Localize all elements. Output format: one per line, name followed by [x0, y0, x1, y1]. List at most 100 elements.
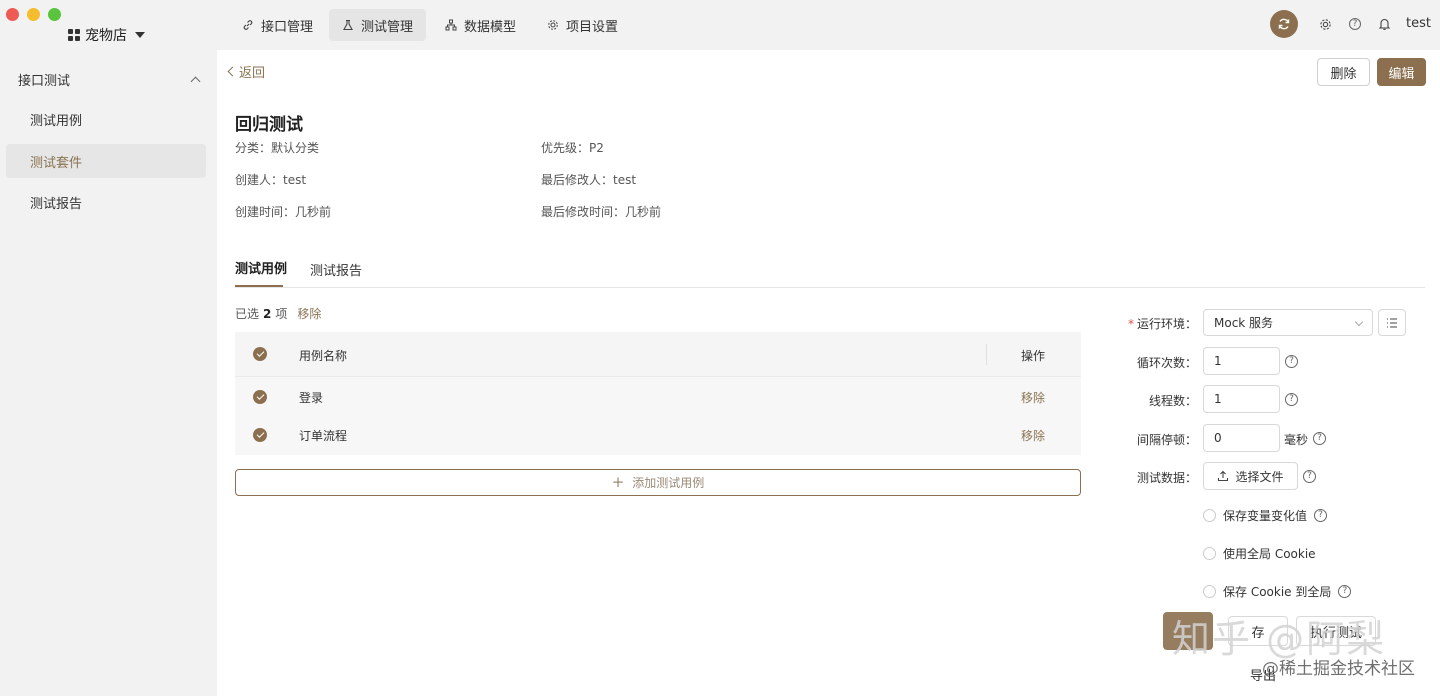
sidebar-item-label: 测试套件: [30, 155, 83, 171]
delete-button[interactable]: 删除: [1317, 58, 1370, 86]
tab-test-management[interactable]: 测试管理: [329, 9, 427, 41]
case-name: 登录: [299, 391, 324, 405]
column-divider: [986, 344, 987, 365]
page-title: 回归测试: [235, 115, 303, 135]
tab-label: 测试管理: [361, 19, 414, 35]
plus-icon: +: [611, 473, 625, 491]
test-data-label: 测试数据：: [1136, 471, 1197, 485]
edit-button[interactable]: 编辑: [1377, 58, 1426, 86]
case-name: 订单流程: [299, 429, 348, 443]
row-checkbox[interactable]: [253, 428, 267, 442]
tab-label: 项目设置: [566, 19, 619, 35]
sidebar-item-test-reports[interactable]: 测试报告: [6, 185, 206, 219]
interval-label: 间隔停顿：: [1136, 433, 1197, 447]
user-menu[interactable]: test: [1406, 16, 1431, 31]
minimize-window-button[interactable]: [27, 8, 40, 21]
bell-icon: [1378, 18, 1390, 30]
caret-down-icon: [135, 32, 145, 38]
use-global-cookie-option[interactable]: 使用全局 Cookie: [1203, 545, 1316, 562]
remove-row-link[interactable]: 移除: [1021, 427, 1045, 444]
interval-unit: 毫秒: [1284, 433, 1309, 447]
loop-label: 循环次数：: [1136, 356, 1197, 370]
help-icon: ?: [1314, 509, 1328, 522]
thread-count-input[interactable]: [1203, 385, 1280, 413]
window-controls: [6, 8, 61, 21]
store-switcher[interactable]: 宠物店: [68, 25, 145, 45]
store-name: 宠物店: [85, 28, 127, 44]
add-test-case-button[interactable]: + 添加测试用例: [235, 469, 1081, 496]
sidebar: 宠物店 接口测试 测试用例 测试套件 测试报告: [0, 0, 217, 696]
row-checkbox[interactable]: [253, 390, 267, 404]
meta-category: 分类：默认分类: [235, 141, 320, 155]
save-cookie-global-option[interactable]: 保存 Cookie 到全局 ?: [1203, 583, 1352, 600]
sidebar-item-test-cases[interactable]: 测试用例: [6, 102, 206, 136]
help-icon: ?: [1303, 470, 1316, 483]
help-icon: ?: [1313, 432, 1326, 445]
selection-prefix: 已选: [235, 307, 260, 321]
sidebar-item-test-suites[interactable]: 测试套件: [6, 144, 206, 178]
remove-row-link[interactable]: 移除: [1021, 389, 1045, 406]
meta-modified-time: 最后修改时间：几秒前: [541, 205, 662, 219]
option-label: 保存变量变化值: [1223, 509, 1308, 523]
tab-test-cases[interactable]: 测试用例: [235, 258, 287, 277]
help-icon: ?: [1285, 355, 1298, 368]
active-tab-indicator: [235, 285, 283, 287]
help-button[interactable]: ?: [1348, 17, 1362, 31]
sync-button[interactable]: [1270, 10, 1298, 38]
table-header: 用例名称 操作: [235, 332, 1081, 377]
back-link[interactable]: 返回: [227, 62, 266, 81]
interval-input[interactable]: [1203, 424, 1280, 452]
remove-selected-link[interactable]: 移除: [297, 305, 321, 322]
checkbox[interactable]: [1203, 585, 1216, 598]
checkbox[interactable]: [1203, 547, 1216, 560]
watermark-source: @稀土掘金技术社区: [1262, 659, 1415, 679]
table-row[interactable]: 订单流程 移除: [235, 416, 1081, 455]
close-window-button[interactable]: [6, 8, 19, 21]
checkbox[interactable]: [1203, 509, 1216, 522]
choose-file-button[interactable]: 选择文件: [1203, 462, 1298, 490]
tab-test-reports[interactable]: 测试报告: [310, 260, 362, 279]
add-test-case-label: 添加测试用例: [632, 476, 705, 490]
env-manage-button[interactable]: [1378, 309, 1406, 336]
tab-data-model[interactable]: 数据模型: [432, 9, 529, 41]
top-bar: 接口管理 测试管理 数据模型 项目设置 ? test: [217, 0, 1440, 50]
help-icon: ?: [1349, 18, 1361, 30]
grid-icon: [68, 29, 80, 41]
upload-icon: [1218, 470, 1229, 482]
thread-label: 线程数：: [1148, 394, 1197, 408]
env-value: Mock 服务: [1214, 316, 1274, 330]
tab-label: 接口管理: [261, 19, 314, 35]
selection-suffix: 项: [275, 307, 288, 321]
sidebar-group-api-test[interactable]: 接口测试: [0, 68, 217, 90]
env-select[interactable]: Mock 服务: [1203, 309, 1373, 336]
flask-icon: [343, 19, 353, 31]
loop-count-input[interactable]: [1203, 347, 1280, 375]
option-label: 保存 Cookie 到全局: [1223, 585, 1332, 599]
column-header-name: 用例名称: [299, 349, 348, 363]
table-row[interactable]: 登录 移除: [235, 377, 1081, 416]
selection-count: 2: [263, 306, 272, 321]
save-variable-changes-option[interactable]: 保存变量变化值 ?: [1203, 507, 1328, 524]
chevron-up-icon: [190, 76, 201, 86]
tabs-divider: [235, 287, 1425, 288]
back-label: 返回: [239, 66, 266, 81]
option-label: 使用全局 Cookie: [1223, 547, 1316, 561]
select-all-checkbox[interactable]: [253, 347, 267, 361]
notifications-button[interactable]: [1377, 17, 1391, 31]
maximize-window-button[interactable]: [48, 8, 61, 21]
choose-file-label: 选择文件: [1235, 469, 1284, 484]
settings-button[interactable]: [1318, 17, 1332, 31]
gear-icon: [1319, 18, 1331, 30]
column-header-action: 操作: [1021, 349, 1046, 363]
chevron-down-icon: [1354, 317, 1364, 327]
refresh-icon: [1278, 18, 1290, 30]
tab-api-management[interactable]: 接口管理: [229, 9, 326, 41]
sidebar-item-label: 测试用例: [30, 113, 83, 129]
meta-creator: 创建人：test: [235, 173, 307, 187]
gear-icon: [548, 20, 558, 30]
meta-created-time: 创建时间：几秒前: [235, 205, 332, 219]
test-case-table: 用例名称 操作 登录 移除 订单流程 移除: [235, 332, 1081, 455]
meta-last-modifier: 最后修改人：test: [541, 173, 637, 187]
tab-project-settings[interactable]: 项目设置: [534, 9, 631, 41]
meta-priority: 优先级：P2: [541, 141, 604, 155]
